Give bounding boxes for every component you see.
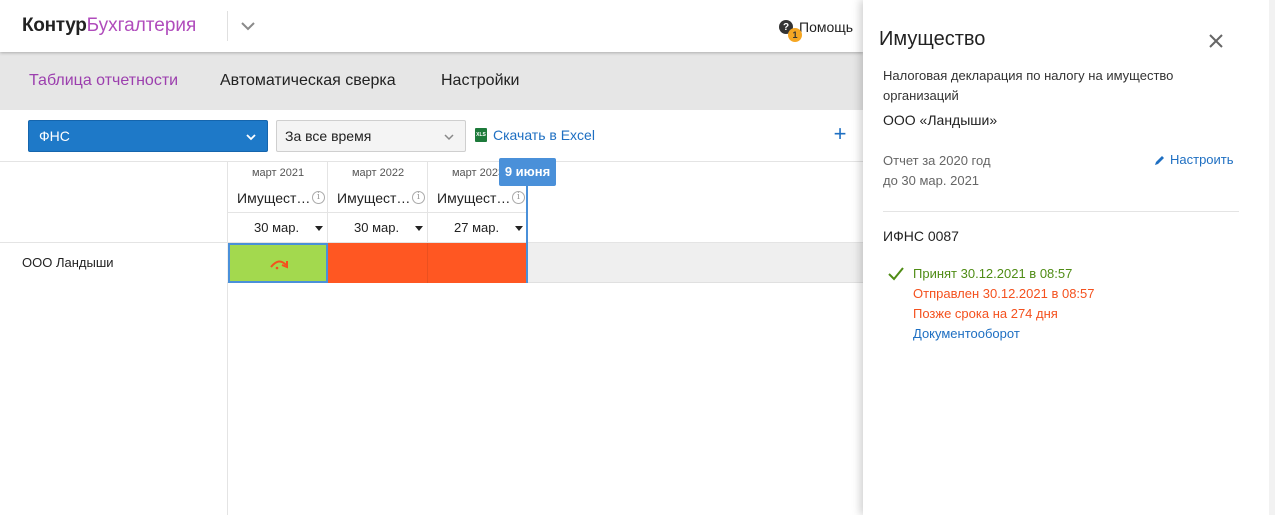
table-row: ООО Ландыши [0, 243, 863, 283]
status-history: Принят 30.12.2021 в 08:57 Отправлен 30.1… [913, 264, 1095, 344]
configure-label: Настроить [1170, 152, 1234, 167]
logo-product: Бухгалтерия [86, 15, 197, 36]
status-cell-overdue[interactable] [328, 243, 428, 283]
add-button[interactable]: + [830, 122, 850, 146]
period-select[interactable]: За все время [276, 120, 466, 152]
tab-report-table[interactable]: Таблица отчетности [29, 71, 178, 91]
period-select-value: За все время [285, 128, 372, 144]
today-marker: 9 июня [499, 158, 556, 186]
info-icon[interactable]: i [412, 191, 425, 204]
caret-down-icon [515, 226, 523, 231]
panel-divider [883, 211, 1239, 212]
report-description: Налоговая декларация по налогу на имущес… [883, 68, 1174, 103]
caret-down-icon [415, 226, 423, 231]
chevron-down-icon [246, 134, 256, 141]
info-icon[interactable]: i [512, 191, 525, 204]
docflow-link[interactable]: Документооборот [913, 324, 1095, 344]
column-title[interactable]: Имущест… [237, 190, 310, 206]
status-late: Позже срока на 274 дня [913, 306, 1058, 321]
info-icon[interactable]: i [312, 191, 325, 204]
help-label: Помощь [799, 19, 854, 35]
logo-brand: Контур [22, 15, 87, 36]
tab-settings[interactable]: Настройки [441, 71, 519, 91]
logo-divider [227, 11, 228, 41]
configure-link[interactable]: Настроить [1154, 152, 1234, 167]
report-period: Отчет за 2020 год [883, 153, 991, 168]
report-period-info: Отчет за 2020 год до 30 мар. 2021 [883, 151, 991, 191]
deadline-value: 27 мар. [454, 220, 500, 235]
panel-title: Имущество [879, 28, 986, 50]
panel-organization: ООО «Ландыши» [883, 112, 998, 128]
checkmark-icon [888, 267, 904, 281]
main-area: КонтурБухгалтерия ? 1 Помощь Таблица отч… [0, 0, 863, 515]
deadline-dropdown[interactable]: 27 мар. [428, 212, 528, 243]
column-period: март 2022 [351, 167, 405, 179]
tab-auto-reconciliation[interactable]: Автоматическая сверка [220, 71, 396, 91]
deadline-dropdown[interactable]: 30 мар. [328, 212, 428, 243]
report-details-panel: Имущество Налоговая декларация по налогу… [863, 0, 1275, 515]
status-sent: Отправлен 30.12.2021 в 08:57 [913, 286, 1095, 301]
status-cell-overdue[interactable] [428, 243, 527, 283]
tax-inspection: ИФНС 0087 [883, 228, 959, 244]
excel-file-icon: XLS [475, 128, 487, 142]
status-accepted: Принят 30.12.2021 в 08:57 [913, 266, 1073, 281]
panel-scrollbar[interactable] [1269, 0, 1275, 515]
report-column: март 2022 Имущест… i 30 мар. [328, 162, 428, 243]
chevron-down-icon [241, 22, 255, 31]
top-header: КонтурБухгалтерия ? 1 Помощь [0, 0, 863, 52]
filter-toolbar: ФНС За все время XLS Скачать в Excel + [0, 110, 863, 162]
download-excel-link[interactable]: XLS Скачать в Excel [475, 127, 595, 143]
close-panel-button[interactable] [1205, 30, 1227, 52]
question-icon: ? 1 [779, 20, 802, 42]
today-line [526, 186, 528, 283]
column-title[interactable]: Имущест… [337, 190, 410, 206]
product-switcher-button[interactable] [236, 14, 260, 38]
deadline-dropdown[interactable]: 30 мар. [228, 212, 328, 243]
column-period: март 2021 [251, 167, 305, 179]
notification-badge: 1 [788, 28, 802, 42]
authority-select-value: ФНС [39, 128, 70, 144]
report-column: март 2021 Имущест… i 30 мар. [228, 162, 328, 243]
status-cell-accepted[interactable] [228, 243, 328, 283]
organization-name: ООО Ландыши [22, 255, 114, 270]
app-logo[interactable]: КонтурБухгалтерия [22, 15, 196, 37]
redo-arrow-icon [270, 260, 288, 270]
caret-down-icon [315, 226, 323, 231]
pencil-icon [1155, 155, 1164, 165]
chevron-down-icon [444, 134, 454, 141]
authority-select[interactable]: ФНС [28, 120, 268, 152]
deadline-value: 30 мар. [254, 220, 300, 235]
nav-tabs: Таблица отчетности Автоматическая сверка… [0, 52, 863, 110]
close-icon [1209, 34, 1223, 48]
download-excel-label: Скачать в Excel [493, 127, 595, 143]
deadline-value: 30 мар. [354, 220, 400, 235]
column-title[interactable]: Имущест… [437, 190, 510, 206]
report-deadline: до 30 мар. 2021 [883, 173, 980, 188]
help-button[interactable]: ? 1 Помощь [779, 17, 854, 42]
row-organization[interactable]: ООО Ландыши [0, 243, 227, 283]
